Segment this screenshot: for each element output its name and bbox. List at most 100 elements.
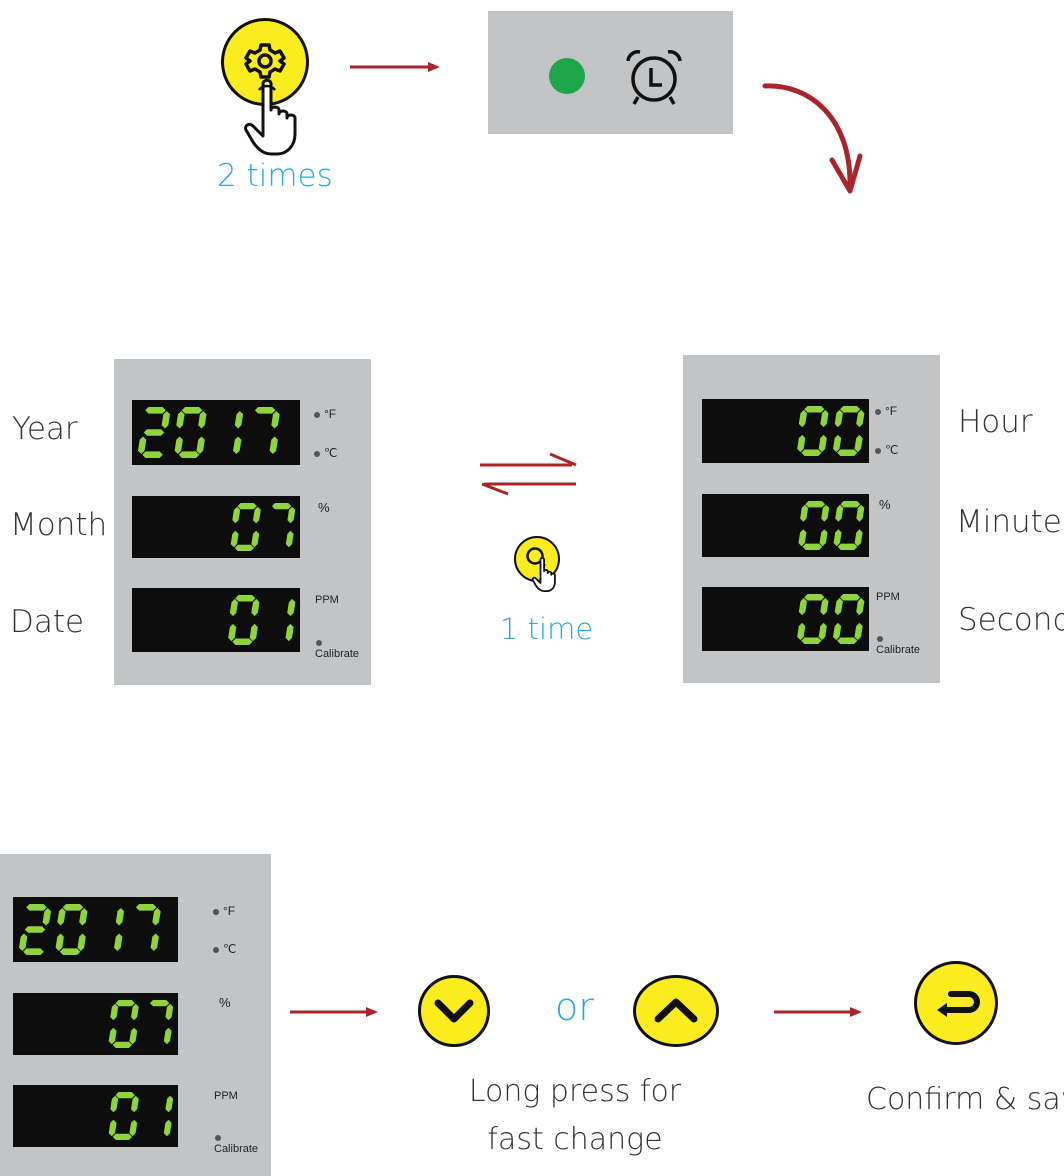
lcd-segment [149, 1000, 170, 1007]
lcd-segment [129, 1027, 138, 1045]
lcd-segment [26, 904, 47, 911]
lcd-edit-month-digits [108, 1000, 174, 1048]
lcd-date-digits [228, 595, 296, 645]
up-button[interactable] [633, 975, 719, 1047]
indicator-percent: % [318, 500, 330, 515]
lcd-segment [108, 1027, 117, 1045]
lcd-segment [797, 622, 806, 641]
search-button[interactable] [514, 536, 564, 592]
lcd-segment [802, 543, 823, 550]
lcd-segment [135, 904, 157, 911]
chevron-up-icon [654, 998, 698, 1023]
indicator-fahrenheit: °F [875, 405, 897, 417]
lcd-segment [798, 529, 807, 547]
confirm-button[interactable] [914, 961, 998, 1045]
lcd-segment [174, 436, 183, 454]
label-date: Date [10, 604, 85, 640]
settings-press-count: 2 times [217, 158, 333, 194]
lcd-second [702, 587, 869, 651]
flow-arrow-3 [774, 1007, 862, 1017]
label-hour: Hour [958, 404, 1033, 440]
lcd-segment [178, 451, 200, 458]
hand-pointer-small-icon [531, 557, 556, 592]
lcd-segment [251, 530, 260, 548]
lcd-segment [228, 623, 237, 642]
lcd-segment [819, 529, 828, 547]
lcd-segment [114, 933, 123, 951]
confirm-label: Confirm & save [866, 1082, 1064, 1117]
label-month: Month [10, 507, 108, 543]
lcd-edit-month [13, 993, 178, 1055]
lcd-segment [112, 1041, 133, 1048]
lcd-segment [59, 948, 81, 955]
lcd-segment [115, 1092, 135, 1099]
indicator-ppm: PPM [315, 594, 339, 606]
lcd-segment [804, 594, 825, 601]
chevron-down-icon [434, 999, 474, 1023]
lcd-segment [138, 436, 147, 454]
lcd-segment [837, 449, 858, 456]
lcd-edit-date [13, 1085, 178, 1147]
lcd-segment [833, 529, 842, 547]
lcd-segment [840, 406, 861, 413]
lcd-second-digits [797, 594, 865, 644]
lcd-segment [115, 1000, 135, 1007]
date-panel: °F ℃ % PPM Calibrate [114, 359, 371, 685]
lcd-segment [112, 1133, 133, 1140]
lcd-segment [800, 504, 809, 522]
lcd-year-digits [138, 407, 280, 458]
lcd-segment [42, 908, 51, 926]
indicator-celsius: ℃ [875, 444, 898, 456]
indicator-celsius: ℃ [213, 943, 236, 955]
adjust-hint-line2: fast change [487, 1122, 663, 1157]
lcd-segment [77, 933, 86, 951]
lcd-segment [837, 543, 858, 550]
edit-panel: °F ℃ % PPM Calibrate [0, 854, 271, 1176]
lcd-segment [834, 409, 843, 428]
indicator-calibrate: Calibrate [315, 648, 360, 660]
lcd-year [132, 400, 300, 465]
flow-arrow-1 [350, 62, 440, 72]
lcd-segment [161, 411, 170, 429]
lcd-segment [840, 594, 861, 601]
lcd-segment [62, 904, 84, 911]
lcd-segment [19, 933, 28, 951]
lcd-segment [115, 908, 125, 926]
lcd-segment [79, 908, 88, 926]
lcd-segment [837, 637, 858, 644]
lcd-segment [856, 504, 865, 522]
lcd-segment [798, 597, 807, 616]
hand-pointer-icon [244, 78, 297, 156]
lcd-segment [269, 436, 278, 454]
label-year: Year [12, 411, 78, 447]
lcd-segment [797, 434, 806, 453]
time-panel: °F ℃ % PPM Calibrate [683, 355, 940, 683]
settings-button[interactable] [221, 18, 309, 156]
lcd-segment [820, 597, 829, 616]
lcd-segment [142, 451, 163, 458]
lcd-segment [234, 411, 244, 429]
lcd-segment [235, 595, 256, 602]
alarm-clock-icon [626, 50, 682, 105]
lcd-segment [834, 597, 843, 616]
lcd-minute-digits [798, 501, 865, 550]
lcd-segment [287, 506, 296, 524]
toggle-press-count: 1 time [500, 612, 594, 646]
status-panel [488, 11, 733, 134]
lcd-segment [181, 407, 203, 414]
lcd-segment [854, 434, 863, 453]
lcd-segment [163, 1027, 172, 1045]
lcd-segment [131, 1095, 139, 1113]
lcd-segment [237, 503, 257, 510]
down-button[interactable] [418, 975, 490, 1047]
lcd-segment [24, 926, 46, 933]
lcd-hour-digits [797, 406, 865, 456]
lcd-segment [249, 623, 258, 642]
label-minute: Minute [956, 504, 1062, 540]
lcd-segment [55, 933, 64, 951]
lcd-segment [833, 434, 842, 453]
indicator-ppm: PPM [876, 591, 900, 603]
status-led [549, 58, 585, 94]
lcd-segment [196, 436, 205, 454]
lcd-segment [804, 406, 825, 413]
